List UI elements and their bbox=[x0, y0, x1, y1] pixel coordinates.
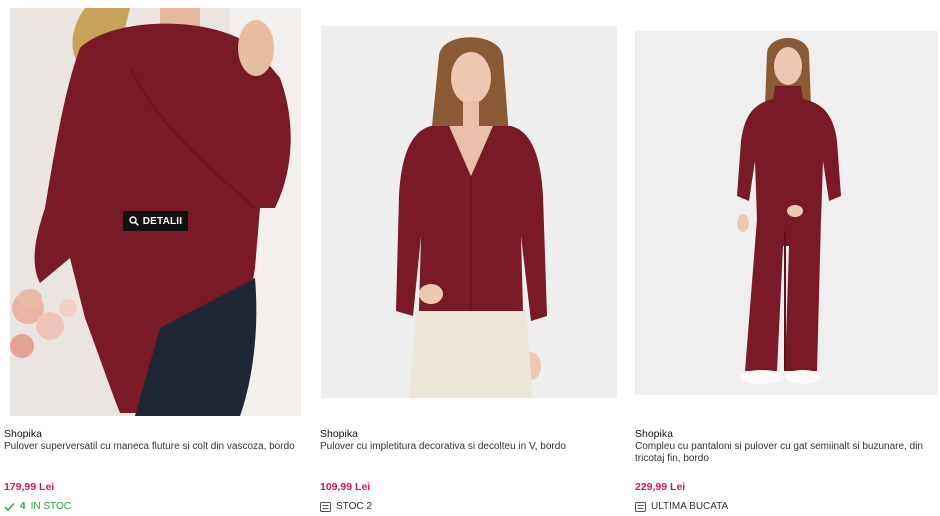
product-price: 229,99 Lei bbox=[635, 481, 686, 493]
product-title[interactable]: Compleu cu pantaloni si pulover cu gat s… bbox=[635, 441, 936, 465]
product-price: 179,99 Lei bbox=[4, 481, 55, 493]
product-image[interactable]: DETALII bbox=[10, 8, 301, 416]
quick-view-label: DETALII bbox=[142, 215, 183, 227]
stock-text: IN STOC bbox=[30, 501, 71, 512]
check-icon bbox=[4, 502, 15, 511]
search-icon bbox=[129, 216, 139, 226]
product-photo bbox=[321, 26, 617, 398]
stock-text: ULTIMA BUCATA bbox=[651, 501, 729, 512]
product-brand[interactable]: Shopika bbox=[320, 428, 358, 440]
stock-status: STOC 2 bbox=[320, 501, 372, 512]
quick-view-button[interactable]: DETALII bbox=[123, 211, 188, 231]
product-photo bbox=[635, 31, 938, 395]
product-title[interactable]: Pulover superversatil cu maneca fluture … bbox=[4, 441, 301, 453]
stock-list-icon bbox=[635, 501, 646, 512]
stock-text: STOC 2 bbox=[336, 501, 372, 512]
product-image[interactable] bbox=[635, 31, 938, 395]
product-title[interactable]: Pulover cu impletitura decorativa si dec… bbox=[320, 441, 617, 453]
product-image[interactable] bbox=[321, 26, 617, 398]
product-brand[interactable]: Shopika bbox=[635, 428, 673, 440]
stock-status: 4 IN STOC bbox=[4, 501, 71, 512]
stock-status: ULTIMA BUCATA bbox=[635, 501, 728, 512]
product-brand[interactable]: Shopika bbox=[4, 428, 42, 440]
stock-count: 4 bbox=[20, 501, 26, 512]
product-price: 109,99 Lei bbox=[320, 481, 371, 493]
stock-list-icon bbox=[320, 501, 331, 512]
